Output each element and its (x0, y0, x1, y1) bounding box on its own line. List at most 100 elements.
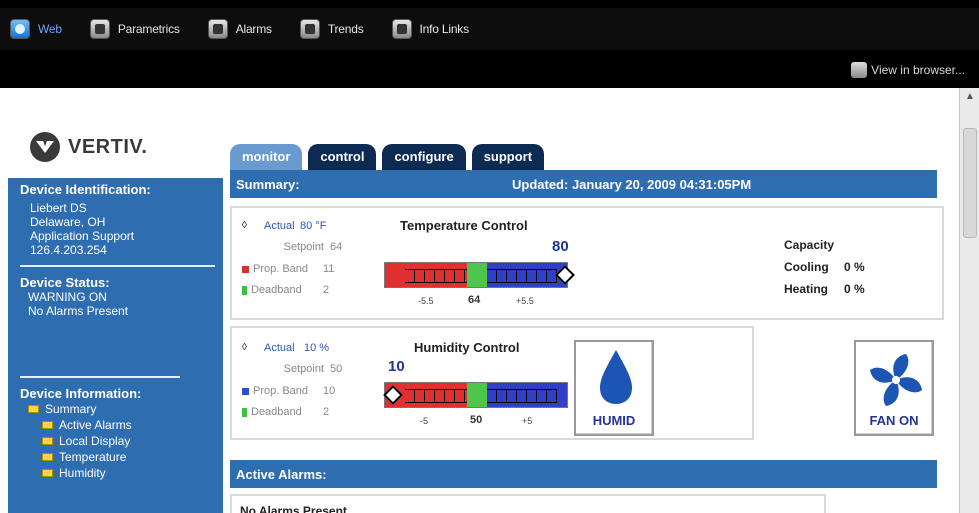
hum-prop-band-row: Prop. Band 10 (242, 385, 335, 397)
device-identification-title: Device Identification: (20, 182, 151, 197)
folder-icon (42, 469, 53, 477)
device-id-line: Delaware, OH (30, 215, 106, 229)
nav-parametrics-label: Parametrics (117, 22, 180, 36)
hum-deadband-value: 2 (323, 406, 330, 418)
nav-alarms-label: Alarms (235, 22, 272, 36)
temp-actual-value: 80 °F (300, 220, 327, 232)
temp-tick-high: +5.5 (516, 296, 534, 306)
temp-deadband-row: Deadband 2 (242, 284, 329, 296)
tab-support[interactable]: support (471, 144, 545, 170)
tab-bar: monitor control configure support (230, 144, 550, 170)
hum-tick-high: +5 (522, 416, 533, 426)
active-alarms-list: No Alarms Present (230, 494, 826, 513)
sub-toolbar (0, 54, 979, 88)
gauge-blue-band (487, 383, 567, 407)
folder-icon (28, 405, 39, 413)
browser-icon (851, 62, 868, 78)
humidity-gauge (384, 382, 568, 408)
liebert-web-monitor: Web Parametrics Alarms Trends Info Links… (0, 0, 979, 513)
hum-setpoint-value: 50 (330, 363, 343, 375)
hum-setpoint-row: Setpoint 50 (264, 363, 343, 375)
nav-web[interactable]: Web (10, 19, 62, 39)
hum-gauge-value: 10 (388, 358, 405, 375)
logo-text: VERTIV. (68, 135, 148, 158)
hum-deadband-label: Deadband (251, 406, 302, 418)
hum-prop-band-label: Prop. Band (253, 385, 309, 397)
prop-band-swatch (242, 265, 249, 273)
no-alarms-message: No Alarms Present (240, 504, 347, 513)
hum-actual-label: Actual (264, 342, 295, 354)
divider (20, 376, 180, 378)
view-in-browser-label: View in browser... (871, 63, 965, 77)
cooling-label: Cooling (784, 260, 829, 274)
device-id-line: Application Support (30, 229, 135, 243)
fan-on-button-label: FAN ON (869, 413, 919, 428)
temp-setpoint-value: 64 (330, 241, 343, 253)
tree-item-active-alarms[interactable]: Active Alarms (42, 417, 223, 433)
heating-label: Heating (784, 282, 829, 296)
active-alarms-header: Active Alarms: (230, 460, 937, 488)
summary-header: Summary: Updated: January 20, 2009 04:31… (230, 170, 937, 198)
deadband-swatch (242, 285, 247, 295)
tree-item-summary[interactable]: Summary (28, 401, 223, 417)
hum-tick-mid: 50 (470, 414, 483, 426)
deadband-swatch (242, 407, 247, 417)
tab-configure[interactable]: configure (382, 144, 466, 170)
alarms-icon (207, 19, 228, 39)
temp-prop-band-row: Prop. Band 11 (242, 263, 334, 275)
trends-icon (299, 19, 320, 39)
temp-gauge-value: 80 (552, 238, 569, 255)
tab-monitor[interactable]: monitor (230, 144, 303, 170)
info-links-icon (391, 19, 412, 39)
nav-alarms[interactable]: Alarms (207, 19, 272, 39)
temperature-control-title: Temperature Control (400, 218, 528, 233)
tree-item-humidity[interactable]: Humidity (42, 465, 223, 481)
prop-band-swatch (242, 387, 249, 395)
fan-icon (870, 354, 922, 406)
tab-control[interactable]: control (308, 144, 377, 170)
nav-trends[interactable]: Trends (299, 19, 364, 39)
nav-info-links-label: Info Links (419, 22, 470, 36)
device-status-title: Device Status: (20, 275, 110, 290)
humid-button-label: HUMID (592, 413, 636, 428)
device-information-title: Device Information: (20, 386, 142, 401)
tree-item-temperature[interactable]: Temperature (42, 449, 223, 465)
tree-item-label: Local Display (59, 434, 131, 448)
scroll-up-arrow-icon[interactable]: ▲ (963, 90, 977, 104)
hum-prop-band-value: 10 (323, 385, 336, 397)
view-in-browser-link[interactable]: View in browser... (851, 62, 965, 78)
temp-tick-low: -5.5 (418, 296, 434, 306)
fan-on-button[interactable]: FAN ON (854, 340, 934, 436)
temp-prop-band-label: Prop. Band (253, 263, 309, 275)
temp-tick-mid: 64 (468, 294, 481, 306)
content-frame: VERTIV. Device Identification: Liebert D… (8, 88, 959, 513)
hum-actual-row: Actual 10 % (264, 342, 329, 354)
vertical-scrollbar[interactable]: ▲ (959, 88, 979, 513)
folder-icon (42, 421, 53, 429)
divider (20, 265, 215, 267)
temp-deadband-label: Deadband (251, 284, 302, 296)
summary-label: Summary: (236, 177, 300, 192)
temp-actual-row: Actual 80 °F (264, 220, 326, 232)
device-id-line: Liebert DS (30, 201, 87, 215)
hum-deadband-row: Deadband 2 (242, 406, 329, 418)
temp-setpoint-label: Setpoint (283, 241, 324, 253)
actual-diamond-icon: ◊ (242, 220, 247, 231)
nav-parametrics[interactable]: Parametrics (89, 19, 180, 39)
active-alarms-title: Active Alarms: (236, 467, 327, 482)
scroll-thumb[interactable] (963, 128, 977, 238)
water-drop-icon (600, 350, 632, 404)
folder-icon (42, 437, 53, 445)
gauge-red-band (385, 263, 467, 287)
device-status-line: No Alarms Present (28, 304, 129, 318)
temp-prop-band-value: 11 (323, 263, 335, 275)
nav-web-label: Web (38, 22, 62, 36)
nav-info-links[interactable]: Info Links (391, 19, 470, 39)
temperature-gauge (384, 262, 568, 288)
web-icon (10, 19, 30, 39)
humid-button[interactable]: HUMID (574, 340, 654, 436)
hum-tick-low: -5 (420, 416, 429, 426)
tree-item-local-display[interactable]: Local Display (42, 433, 223, 449)
tree-item-label: Temperature (59, 450, 127, 464)
parametrics-icon (89, 19, 110, 39)
